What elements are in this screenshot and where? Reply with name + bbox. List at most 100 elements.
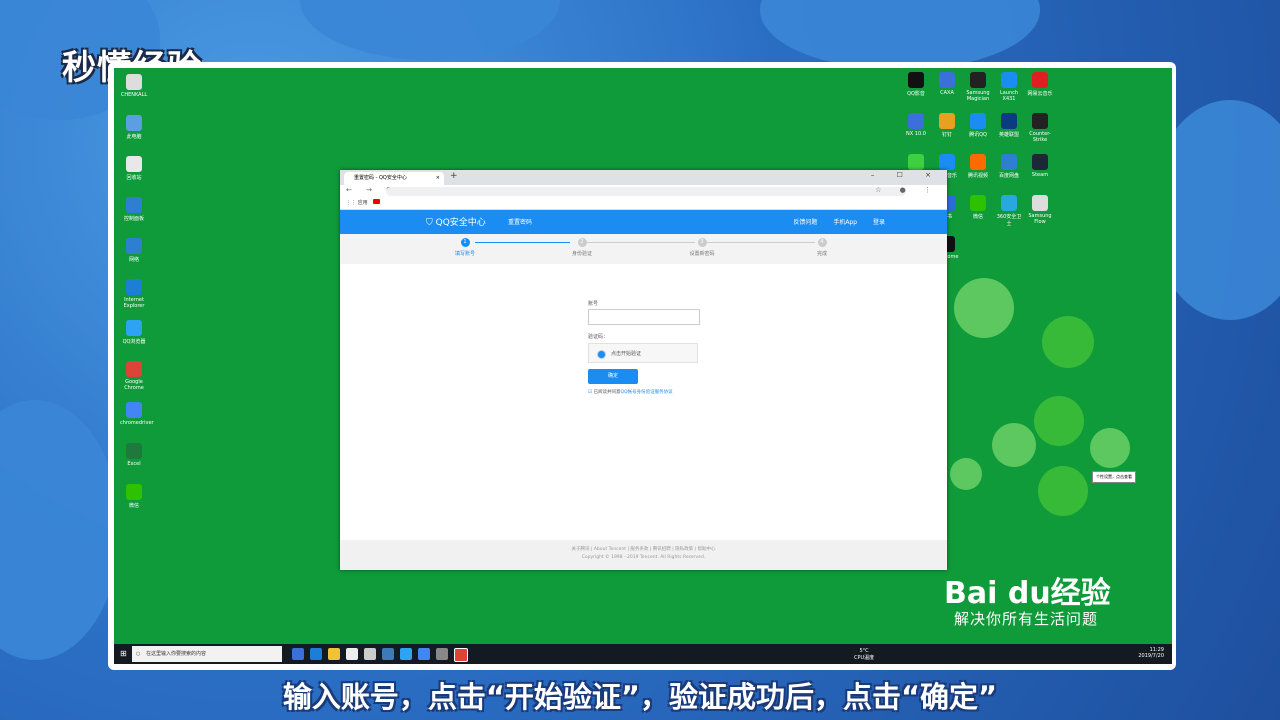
desktop-icon[interactable]: 英雄联盟 xyxy=(995,113,1023,138)
app-icon xyxy=(1032,195,1048,211)
bubble-decoration xyxy=(1042,316,1094,368)
app-icon[interactable] xyxy=(382,648,394,660)
store-icon[interactable] xyxy=(346,648,358,660)
bubble-decoration xyxy=(1034,396,1084,446)
apps-icon[interactable]: ⋮⋮ xyxy=(346,200,358,206)
bookmarks-bar: ⋮⋮ 应用 xyxy=(340,198,947,210)
desktop-icon-label: 控制面板 xyxy=(123,216,144,222)
desktop-icon-label: QQ浏览器 xyxy=(122,339,146,345)
edge-icon[interactable] xyxy=(310,648,322,660)
desktop-icon-label: Counter-Strike xyxy=(1029,131,1051,143)
taskbar-search[interactable]: ○ 在这里输入你要搜索的内容 xyxy=(132,646,282,662)
desktop-icon[interactable]: 回收站 xyxy=(120,156,148,181)
desktop-icon[interactable]: 微信 xyxy=(964,195,992,220)
desktop-icon[interactable]: CAXA xyxy=(933,72,961,96)
reset-form: 账号 验证码： 点击开始验证 确定 ☑ 已阅读并同意QQ帐号身份验证服务协议 xyxy=(588,300,728,395)
task-view-icon[interactable] xyxy=(292,648,304,660)
chrome-driver-icon[interactable] xyxy=(418,648,430,660)
desktop-icon-label: 英雄联盟 xyxy=(998,132,1019,138)
desktop-icon-label: chromedriver xyxy=(120,420,154,426)
desktop-icon[interactable]: 网络 xyxy=(120,238,148,263)
confirm-button[interactable]: 确定 xyxy=(588,369,638,384)
copyright: Copyright © 1998 - 2019 Tencent. All Rig… xyxy=(581,555,706,560)
app-icon xyxy=(908,113,924,129)
tray-tooltip: 个性设置，点击查看 xyxy=(1092,471,1136,483)
captcha-icon xyxy=(597,350,606,359)
close-tab-icon[interactable]: × xyxy=(436,172,440,185)
desktop-icon[interactable]: 网易云音乐 xyxy=(1026,72,1054,97)
app-icon xyxy=(1032,72,1048,88)
desktop-icon[interactable]: QQ影音 xyxy=(902,72,930,97)
qq-browser-icon[interactable] xyxy=(400,648,412,660)
feedback-link[interactable]: 反馈问题 xyxy=(793,219,817,226)
app-icon[interactable] xyxy=(436,648,448,660)
desktop-icon[interactable]: 百度网盘 xyxy=(995,154,1023,179)
qq-header: ⛉ QQ安全中心 重置密码 反馈问题 手机App 登录 xyxy=(340,210,947,234)
desktop-icon[interactable]: 微信 xyxy=(120,484,148,509)
desktop-icon[interactable]: NX 10.0 xyxy=(902,113,930,137)
desktop-icon[interactable]: chromedriver xyxy=(120,402,154,426)
bubble-decoration xyxy=(950,458,982,490)
app-icon xyxy=(939,154,955,170)
desktop-icon-label: 微信 xyxy=(972,214,983,220)
chrome-icon[interactable] xyxy=(454,648,468,662)
step-3: 3 设置新密码 xyxy=(689,238,715,257)
app-icon xyxy=(126,361,142,377)
agree-checkbox[interactable]: ☑ xyxy=(588,390,592,395)
header-links: 反馈问题 手机App 登录 xyxy=(793,217,885,226)
desktop-icon[interactable]: Samsung Flow xyxy=(1026,195,1054,225)
desktop-icon-label: Steam xyxy=(1031,172,1049,178)
mail-icon[interactable] xyxy=(364,648,376,660)
desktop-icon[interactable]: CHENKALL xyxy=(120,74,148,98)
step-2: 2 身份验证 xyxy=(571,238,592,257)
browser-tab[interactable]: 重置密码 - QQ安全中心 × xyxy=(344,172,444,185)
youtube-icon[interactable] xyxy=(373,199,381,204)
captcha-label: 验证码： xyxy=(588,334,609,340)
step-1: 1 填写账号 xyxy=(454,238,475,257)
mobile-app-link[interactable]: 手机App xyxy=(833,219,857,226)
start-icon[interactable]: ⊞ xyxy=(120,649,127,658)
tab-bar: 重置密码 - QQ安全中心 × + – ☐ × xyxy=(340,170,947,185)
account-label: 账号 xyxy=(588,301,599,307)
desktop-icon-label: Samsung Flow xyxy=(1028,213,1052,225)
desktop-icon[interactable]: 360安全卫士 xyxy=(995,195,1023,227)
agreement-link[interactable]: QQ帐号身份验证服务协议 xyxy=(620,390,672,395)
app-icon xyxy=(126,115,142,131)
desktop-icon[interactable]: Google Chrome xyxy=(120,361,148,391)
desktop-icon[interactable]: Counter-Strike xyxy=(1026,113,1054,143)
desktop-icon[interactable]: 腾讯视频 xyxy=(964,154,992,179)
desktop-icon[interactable]: Excel xyxy=(120,443,148,467)
desktop-icon[interactable]: 此电脑 xyxy=(120,115,148,140)
desktop-icon[interactable]: 钉钉 xyxy=(933,113,961,138)
app-icon xyxy=(970,154,986,170)
desktop-icon[interactable]: Launch X431 xyxy=(995,72,1023,102)
desktop-icon-label: CHENKALL xyxy=(120,92,148,98)
captcha-button[interactable]: 点击开始验证 xyxy=(588,343,698,363)
app-icon xyxy=(908,72,924,88)
clock-date: 2019/7/20 xyxy=(1138,653,1164,659)
app-icon xyxy=(126,279,142,295)
agreement: ☑ 已阅读并同意QQ帐号身份验证服务协议 xyxy=(588,390,673,395)
app-icon xyxy=(126,156,142,172)
desktop-icon[interactable]: QQ浏览器 xyxy=(120,320,148,345)
desktop-icon[interactable]: Samsung Magician xyxy=(964,72,992,102)
desktop-icon-label: 钉钉 xyxy=(941,132,952,138)
new-tab-icon[interactable]: + xyxy=(450,171,458,181)
baidu-slogan: 解决你所有生活问题 xyxy=(954,610,1099,628)
desktop-icon[interactable]: 控制面板 xyxy=(120,197,148,222)
footer-links[interactable]: 关于腾讯 | About Tencent | 服务条款 | 腾讯招聘 | 隐私政… xyxy=(340,546,947,552)
window-controls[interactable]: – ☐ × xyxy=(871,171,941,179)
browser-menu-icons[interactable]: ☆ ● ⋮ xyxy=(875,186,939,194)
file-explorer-icon[interactable] xyxy=(328,648,340,660)
url-input[interactable] xyxy=(386,187,906,196)
login-link[interactable]: 登录 xyxy=(873,219,885,226)
qq-logo[interactable]: ⛉ QQ安全中心 xyxy=(426,215,486,228)
bookmark-apps[interactable]: 应用 xyxy=(358,200,368,206)
system-tray[interactable]: 11:29 2019/7/20 xyxy=(1138,647,1164,659)
desktop-icon-label: 此电脑 xyxy=(126,134,142,140)
account-input[interactable] xyxy=(588,309,700,325)
desktop-icon[interactable]: Steam xyxy=(1026,154,1054,178)
taskbar: ⊞ ○ 在这里输入你要搜索的内容 5°C CPU温度 11:29 2019/7/2… xyxy=(114,644,1172,664)
desktop-icon[interactable]: 腾讯QQ xyxy=(964,113,992,138)
desktop-icon[interactable]: Internet Explorer xyxy=(120,279,148,309)
